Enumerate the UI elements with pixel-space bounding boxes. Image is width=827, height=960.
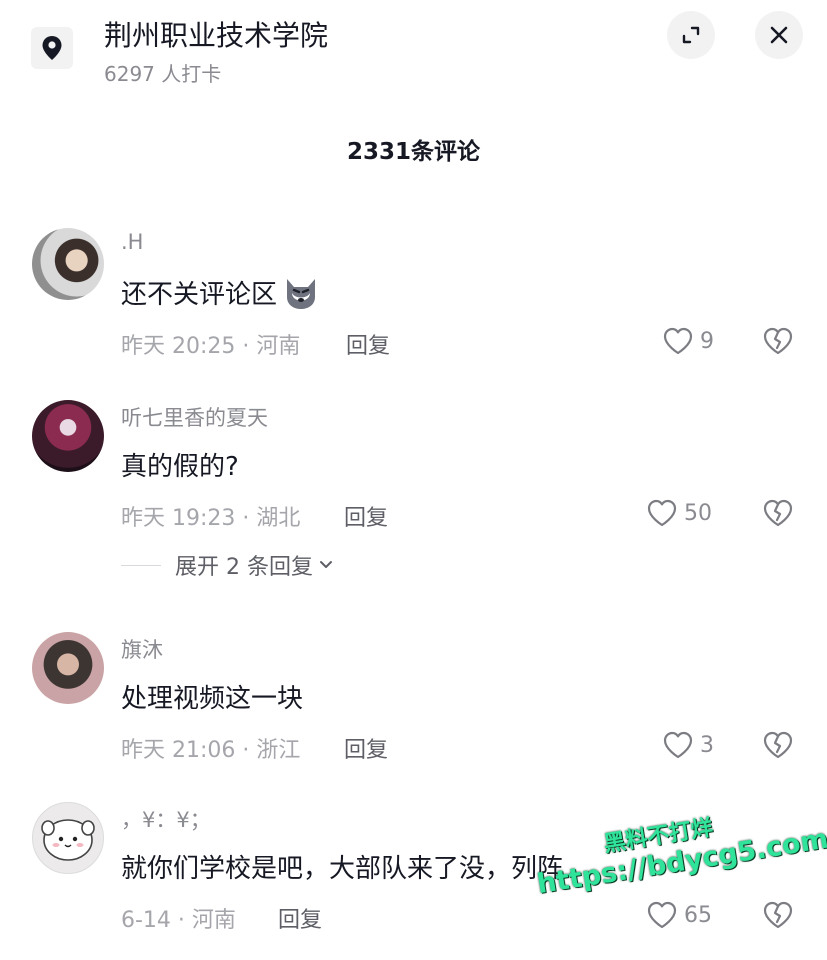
place-name[interactable]: 荆州职业技术学院	[104, 14, 328, 54]
reply-button[interactable]: 回复	[346, 328, 390, 360]
heart-icon	[663, 327, 693, 355]
comment-count: 2331条评论	[346, 139, 480, 165]
comment-text-content: 还不关评论区	[121, 280, 278, 310]
comment-item: 旗沐 处理视频这一块 昨天 21:06 · 浙江 回复 3	[0, 632, 827, 772]
close-button[interactable]	[755, 11, 803, 59]
expand-button[interactable]	[667, 11, 715, 59]
close-icon	[770, 26, 788, 44]
checkin-count: 6297 人打卡	[104, 62, 222, 86]
username[interactable]: 听七里香的夏天	[121, 402, 268, 432]
dislike-button[interactable]	[761, 324, 795, 358]
comment-text: 处理视频这一块	[121, 684, 304, 714]
like-count: 65	[684, 902, 712, 928]
location-icon	[31, 27, 73, 69]
broken-heart-icon	[763, 499, 793, 527]
avatar[interactable]	[32, 632, 104, 704]
reply-button[interactable]: 回复	[344, 732, 388, 764]
expand-icon	[682, 26, 700, 44]
comment-meta: 昨天 20:25 · 河南	[121, 334, 301, 359]
comment-item: ，¥：¥； 就你们学校是吧，大部队来了没，列阵 6-14 · 河南 回复 65	[0, 802, 827, 942]
comment-item: 听七里香的夏天 真的假的? 昨天 19:23 · 湖北 回复 50	[0, 400, 827, 540]
cartoon-avatar-icon	[41, 819, 95, 861]
avatar[interactable]	[32, 228, 104, 300]
like-button[interactable]: 9	[662, 324, 714, 358]
location-header: 荆州职业技术学院 6297 人打卡	[0, 0, 827, 100]
broken-heart-icon	[763, 901, 793, 929]
comment-text: 还不关评论区	[121, 274, 321, 311]
heart-icon	[663, 731, 693, 759]
like-count: 3	[700, 732, 714, 758]
comment-text: 就你们学校是吧，大部队来了没，列阵	[121, 854, 564, 884]
comment-meta: 6-14 · 河南	[121, 908, 236, 933]
like-button[interactable]: 50	[646, 496, 712, 530]
dislike-button[interactable]	[761, 496, 795, 530]
dislike-button[interactable]	[761, 728, 795, 762]
wolf-emoji-icon	[281, 275, 321, 311]
avatar[interactable]	[32, 400, 104, 472]
comment-text: 真的假的?	[121, 452, 239, 482]
expand-replies-button[interactable]: 展开 2 条回复	[121, 550, 335, 580]
expand-replies-label: 展开 2 条回复	[175, 555, 313, 580]
comment-item: .H 还不关评论区 昨天 20:25 · 河南 回复 9	[0, 228, 827, 368]
heart-icon	[647, 499, 677, 527]
username[interactable]: .H	[121, 230, 143, 254]
comment-meta: 昨天 19:23 · 湖北	[121, 506, 301, 531]
like-count: 9	[700, 328, 714, 354]
like-button[interactable]: 3	[662, 728, 714, 762]
like-button[interactable]: 65	[646, 898, 712, 932]
broken-heart-icon	[763, 327, 793, 355]
like-count: 50	[684, 500, 712, 526]
username[interactable]: ，¥：¥；	[121, 804, 211, 834]
reply-button[interactable]: 回复	[278, 902, 322, 934]
broken-heart-icon	[763, 731, 793, 759]
comment-meta: 昨天 21:06 · 浙江	[121, 738, 301, 763]
reply-button[interactable]: 回复	[344, 500, 388, 532]
divider-line	[121, 564, 161, 566]
avatar[interactable]	[32, 802, 104, 874]
username[interactable]: 旗沐	[121, 634, 163, 664]
dislike-button[interactable]	[761, 898, 795, 932]
heart-icon	[647, 901, 677, 929]
chevron-down-icon	[319, 561, 332, 568]
